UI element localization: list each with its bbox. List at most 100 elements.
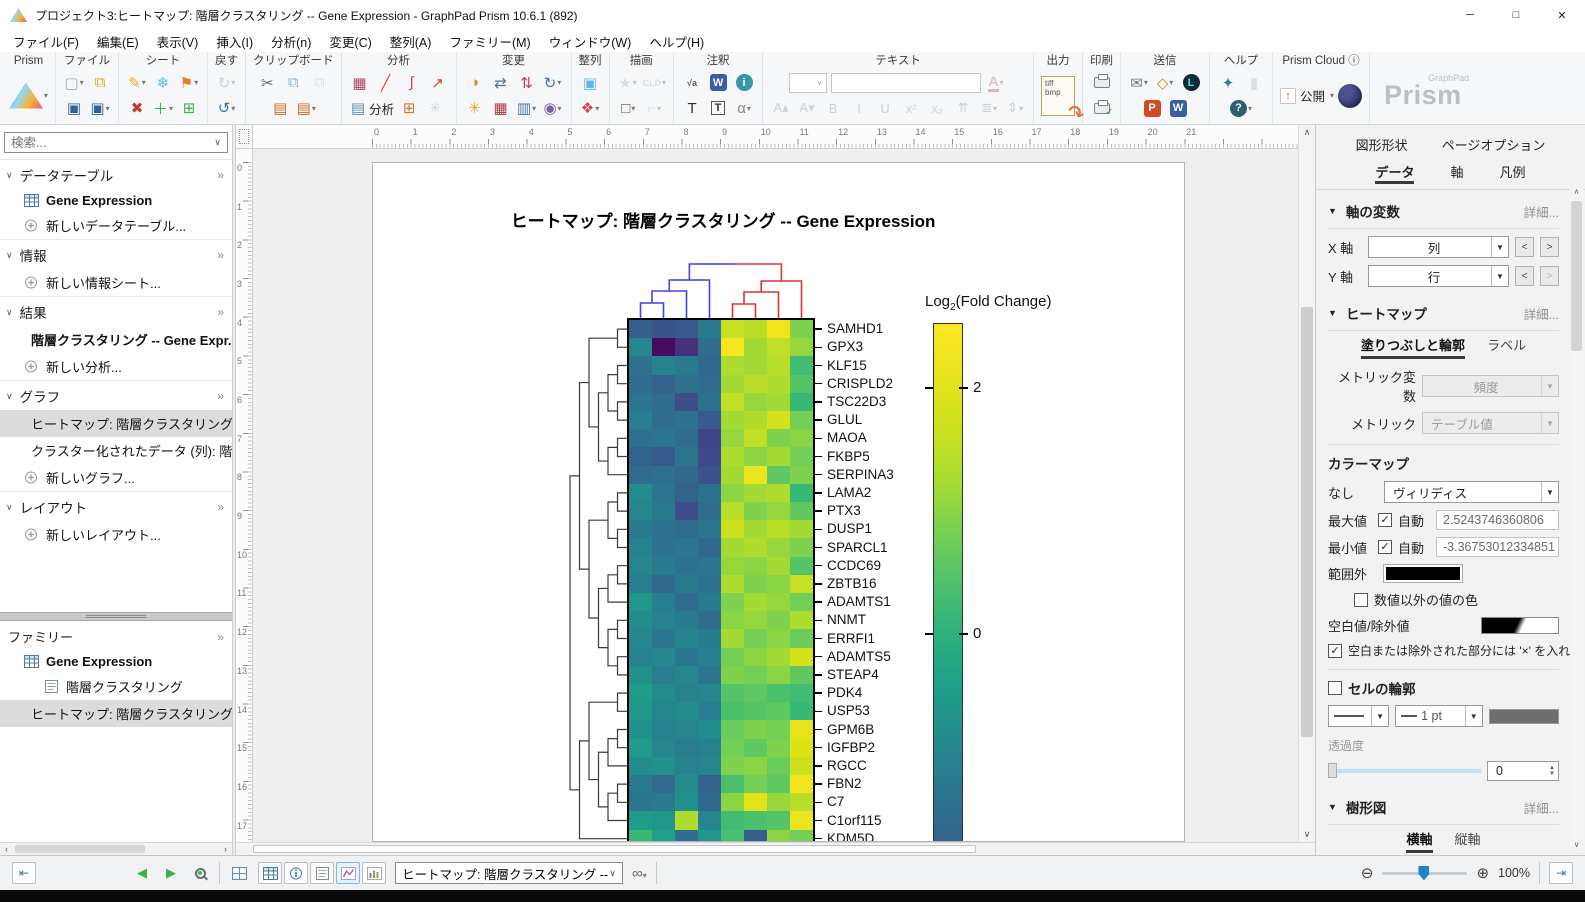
- open-file-icon[interactable]: ⧉: [89, 71, 111, 94]
- heatmap-cell[interactable]: [698, 629, 722, 648]
- minimize-button[interactable]: ─: [1447, 0, 1493, 30]
- heatmap-cell[interactable]: [675, 538, 699, 557]
- heatmap-cell[interactable]: [790, 484, 814, 503]
- heatmap-cell[interactable]: [698, 411, 722, 430]
- cell-border-checkbox[interactable]: ✓: [1328, 681, 1342, 695]
- heatmap-cell[interactable]: [790, 684, 814, 703]
- max-value-field[interactable]: 2.5243746360806: [1436, 510, 1559, 530]
- heatmap-cell[interactable]: [767, 793, 791, 812]
- heatmap-cell[interactable]: [721, 593, 745, 612]
- chevron-down-icon[interactable]: ▼: [1541, 482, 1558, 502]
- heatmap-cell[interactable]: [675, 338, 699, 357]
- tree-section-レイアウト[interactable]: ∨レイアウト»: [0, 491, 232, 521]
- heatmap-cell[interactable]: [767, 684, 791, 703]
- heatmap-cell[interactable]: [652, 720, 676, 739]
- heatmap-cell[interactable]: [767, 720, 791, 739]
- panel-scrollbar[interactable]: ∧ ∨: [1570, 187, 1583, 849]
- y-axis-prev-button[interactable]: <: [1515, 266, 1534, 286]
- heatmap-cell[interactable]: [790, 775, 814, 794]
- heatmap-cell[interactable]: [767, 739, 791, 758]
- rotate-graph-icon[interactable]: ↻▾: [542, 71, 564, 94]
- scroll-left-icon[interactable]: ‹: [0, 844, 13, 854]
- section-more-button[interactable]: »: [217, 500, 222, 514]
- non-numeric-checkbox[interactable]: ✓: [1354, 593, 1368, 607]
- heatmap-cell[interactable]: [698, 538, 722, 557]
- blank-x-checkbox[interactable]: ✓: [1328, 644, 1342, 658]
- heatmap-cell[interactable]: [675, 356, 699, 375]
- heatmap-cell[interactable]: [675, 830, 699, 842]
- heatmap-cell[interactable]: [721, 338, 745, 357]
- sidebar-item[interactable]: 新しいグラフ...: [0, 464, 232, 491]
- chevron-down-icon[interactable]: ∨: [6, 170, 13, 181]
- menu-item[interactable]: ファイル(F): [4, 29, 88, 54]
- heatmap-cell[interactable]: [721, 411, 745, 430]
- find-icon[interactable]: [190, 862, 210, 884]
- heatmap-cell[interactable]: [790, 356, 814, 375]
- academy-icon[interactable]: ✦: [1217, 71, 1239, 94]
- heatmap-cell[interactable]: [698, 447, 722, 466]
- heatmap-cell[interactable]: [767, 648, 791, 667]
- swap-axes-icon[interactable]: ⇄: [490, 71, 512, 94]
- heatmap-cell[interactable]: [721, 356, 745, 375]
- heatmap-cell[interactable]: [721, 720, 745, 739]
- zoom-in-icon[interactable]: ⊕: [1476, 864, 1489, 882]
- font-family-select[interactable]: [831, 73, 981, 93]
- tree-section-データテーブル[interactable]: ∨データテーブル»: [0, 159, 232, 189]
- section-axis-variables[interactable]: ▼ 軸の変数 詳細...: [1328, 192, 1559, 229]
- heatmap-cell[interactable]: [698, 593, 722, 612]
- heatmap-cell[interactable]: [629, 557, 653, 576]
- heatmap-cell[interactable]: [767, 557, 791, 576]
- back-button[interactable]: ◀: [132, 862, 152, 884]
- heatmap-cell[interactable]: [652, 320, 676, 339]
- heatmap-cell[interactable]: [652, 375, 676, 394]
- heatmap-cell[interactable]: [652, 411, 676, 430]
- heatmap-cell[interactable]: [790, 811, 814, 830]
- tab-page-options[interactable]: ページオプション: [1442, 135, 1546, 154]
- section-heatmap[interactable]: ▼ ヒートマップ 詳細...: [1328, 294, 1559, 331]
- heatmap-cell[interactable]: [790, 502, 814, 521]
- sidebar-item[interactable]: 新しい情報シート...: [0, 269, 232, 296]
- scroll-right-icon[interactable]: ›: [219, 844, 232, 854]
- heatmap-cell[interactable]: [767, 411, 791, 430]
- search-input[interactable]: [11, 136, 214, 150]
- search-box[interactable]: ∨: [4, 132, 228, 153]
- menu-item[interactable]: ヘルプ(H): [640, 29, 713, 54]
- heatmap-cell[interactable]: [767, 502, 791, 521]
- tab-vertical-axis[interactable]: 縦軸: [1455, 829, 1481, 853]
- chevron-down-icon[interactable]: ∨: [6, 502, 13, 513]
- heatmap-cell[interactable]: [744, 375, 768, 394]
- heatmap-cell[interactable]: [675, 557, 699, 576]
- heatmap-cell[interactable]: [721, 393, 745, 412]
- prism-cloud-icon[interactable]: [1338, 84, 1362, 107]
- heatmap-cell[interactable]: [744, 356, 768, 375]
- transparency-spinner[interactable]: 0 ▲▼: [1487, 761, 1559, 781]
- heatmap-cell[interactable]: [698, 557, 722, 576]
- heatmap-cell[interactable]: [767, 520, 791, 539]
- heatmap-cell[interactable]: [744, 429, 768, 448]
- heatmap-cell[interactable]: [698, 429, 722, 448]
- heatmap-cell[interactable]: [652, 611, 676, 630]
- heatmap-cell[interactable]: [652, 666, 676, 685]
- heatmap-cell[interactable]: [744, 739, 768, 758]
- heatmap-cell[interactable]: [767, 611, 791, 630]
- tree-section-結果[interactable]: ∨結果»: [0, 296, 232, 326]
- heatmap-cell[interactable]: [721, 320, 745, 339]
- heatmap-cell[interactable]: [652, 429, 676, 448]
- heatmap-cell[interactable]: [629, 720, 653, 739]
- heatmap-cell[interactable]: [721, 757, 745, 776]
- sidebar-hscroll-thumb[interactable]: [15, 845, 145, 853]
- interpolate-icon[interactable]: ↗: [427, 71, 449, 94]
- heatmap-cell[interactable]: [629, 447, 653, 466]
- heatmap-cell[interactable]: [767, 702, 791, 721]
- heatmap-cell[interactable]: [629, 356, 653, 375]
- blank-values-swatch[interactable]: [1481, 617, 1559, 634]
- link-sheets-icon[interactable]: ∞▾: [632, 865, 647, 882]
- results-view-button[interactable]: [310, 862, 334, 884]
- heatmap-cell[interactable]: [629, 648, 653, 667]
- heatmap-cell[interactable]: [629, 811, 653, 830]
- heatmap-cell[interactable]: [790, 338, 814, 357]
- heatmap-cell[interactable]: [721, 375, 745, 394]
- heatmap-cell[interactable]: [652, 811, 676, 830]
- heatmap-cell[interactable]: [698, 793, 722, 812]
- heatmap-cell[interactable]: [744, 447, 768, 466]
